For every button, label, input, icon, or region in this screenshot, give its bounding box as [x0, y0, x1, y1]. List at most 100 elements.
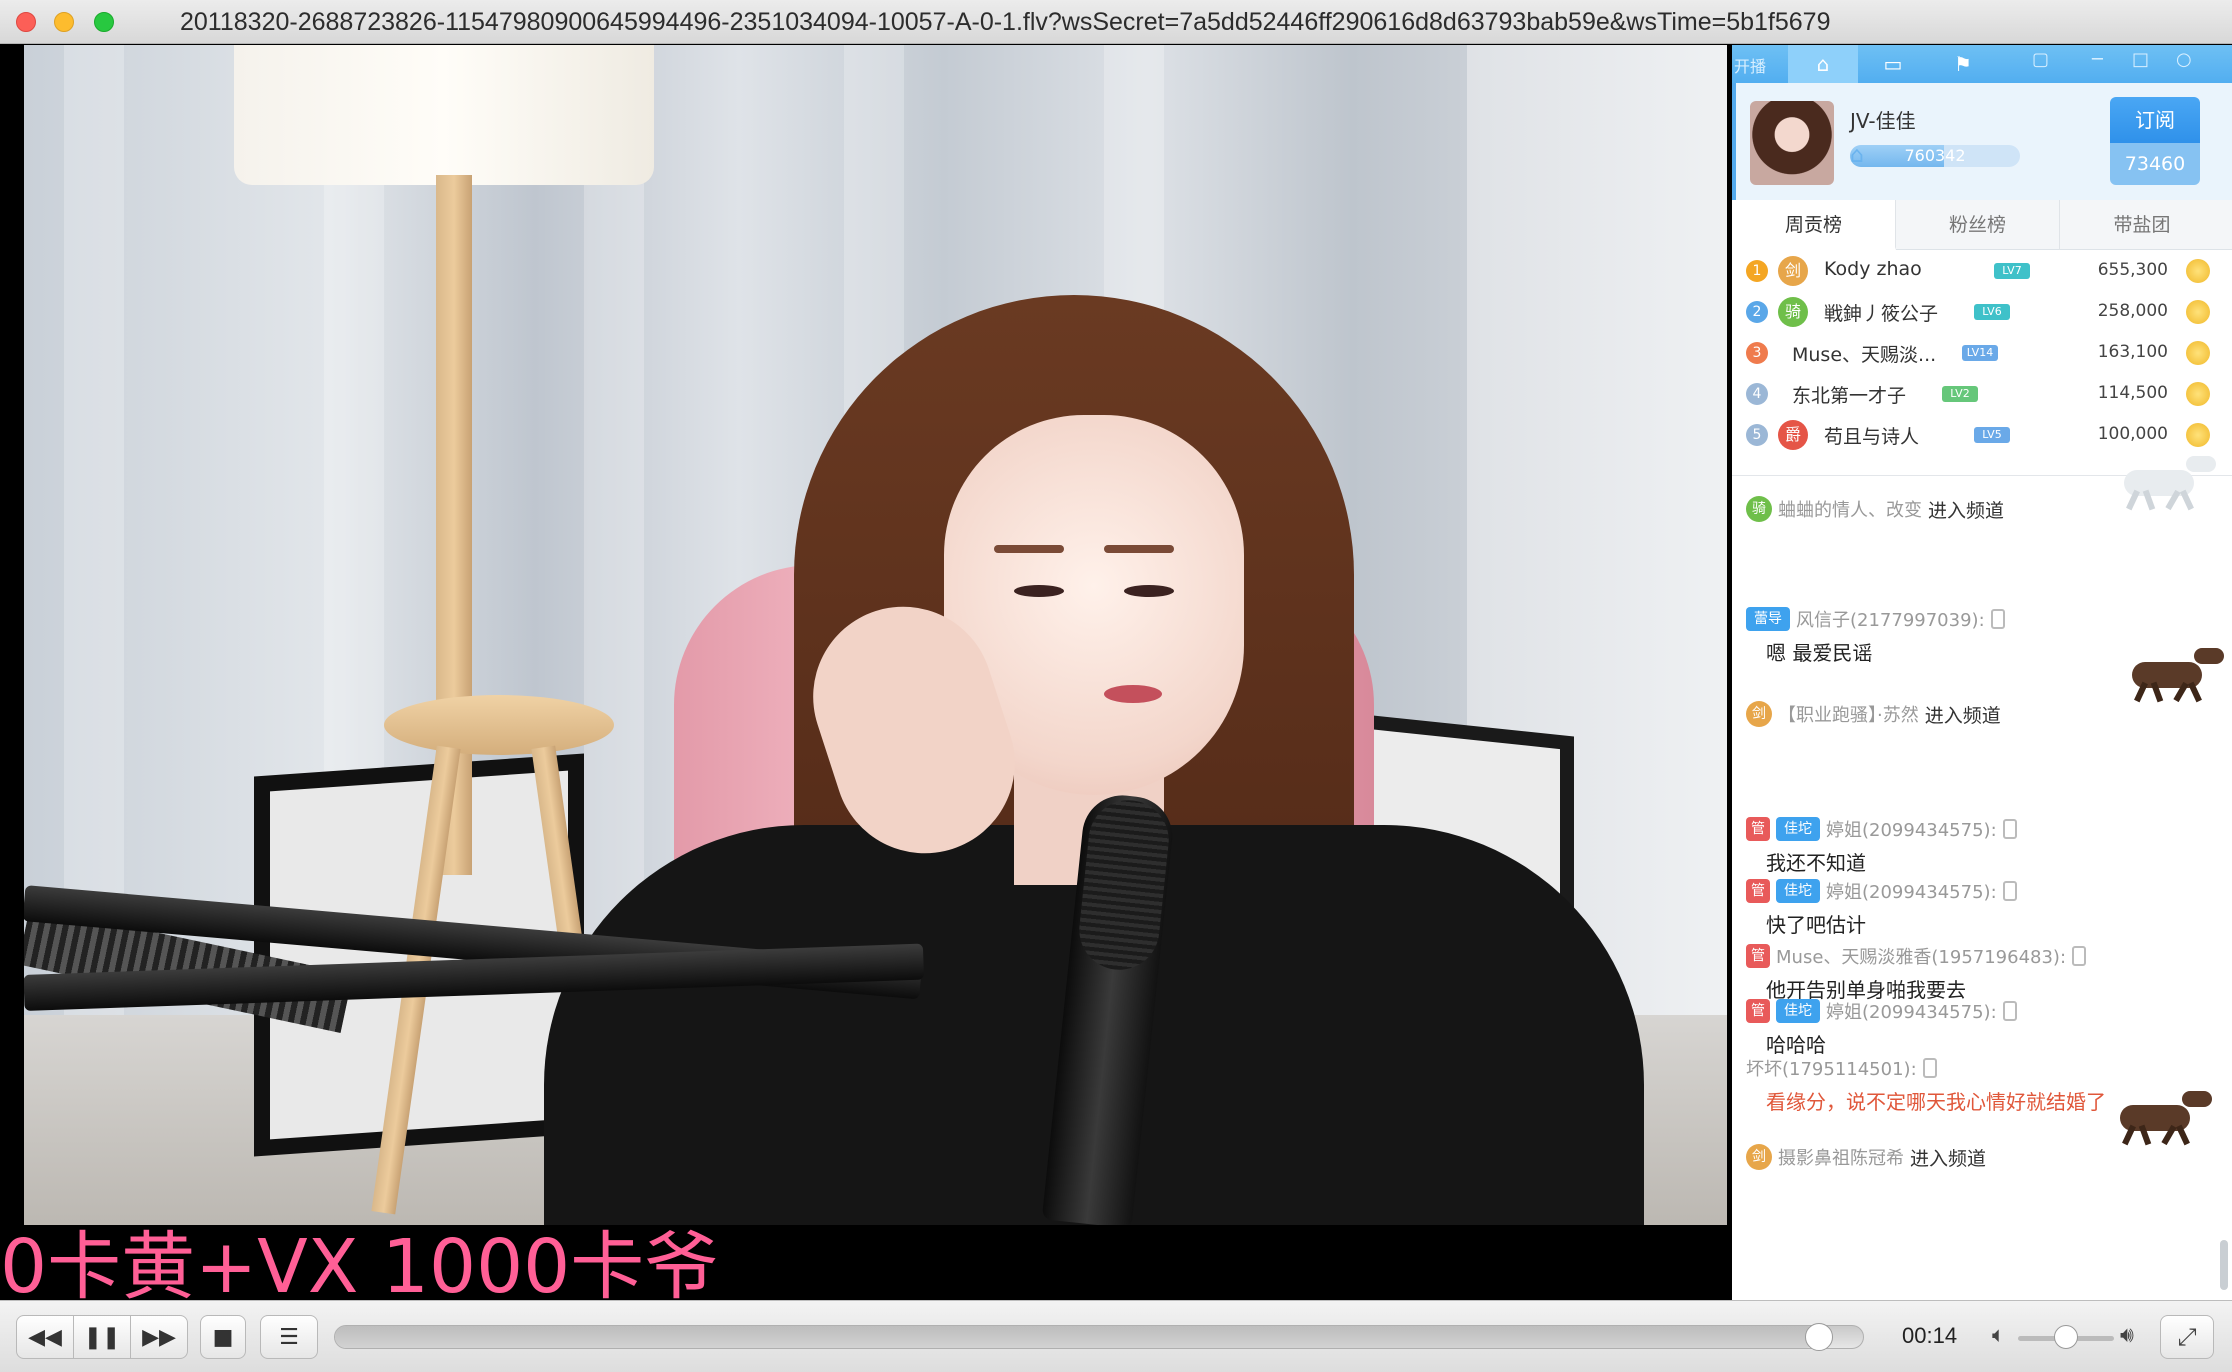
admin-badge: 管: [1746, 817, 1770, 841]
panel-maximize-icon[interactable]: □: [2132, 49, 2149, 70]
chat-user-name[interactable]: 蛐蛐的情人、改变: [1778, 496, 1922, 522]
rank-row[interactable]: 1 剑 Kody zhao LV7 655,300: [1732, 250, 2232, 291]
admin-badge: 管: [1746, 879, 1770, 903]
message-tab-icon[interactable]: ▭: [1858, 45, 1928, 83]
eyebrow: [1104, 545, 1174, 553]
chat-user-name[interactable]: 摄影鼻祖陈冠希: [1778, 1144, 1904, 1170]
fast-forward-button[interactable]: ▶▶: [130, 1315, 188, 1359]
phone-icon: [2002, 819, 2017, 839]
rank-score: 163,100: [2097, 342, 2168, 362]
level-tag: LV5: [1974, 427, 2010, 443]
noble-badge-icon: 爵: [1778, 420, 1808, 450]
tab-salt-group[interactable]: 带盐团: [2060, 200, 2224, 250]
tab-fan-ranking[interactable]: 粉丝榜: [1896, 200, 2060, 250]
level-tag: LV7: [1994, 263, 2030, 279]
enter-channel-text: 进入频道: [1928, 499, 2005, 522]
close-window-button[interactable]: [16, 12, 36, 32]
eye: [1014, 585, 1064, 597]
window-restore-icon[interactable]: ▢: [2032, 49, 2049, 70]
lips: [1104, 685, 1162, 703]
chat-meta: 管佳坨 婷姐(2099434575):: [1746, 997, 2216, 1025]
chat-meta: 坏坏(1795114501):: [1746, 1054, 2216, 1082]
coin-icon: [2186, 259, 2210, 283]
chat-user-name[interactable]: 风信子(2177997039):: [1796, 606, 1985, 632]
seek-handle[interactable]: [1805, 1323, 1834, 1351]
video-area[interactable]: 0卡黄+VX 1000卡爷: [0, 45, 1732, 1300]
chat-user-name[interactable]: 【职业跑骚】·苏然: [1778, 701, 1919, 727]
player-controls: ◀◀ ❚❚ ▶▶ ■ ☰ 00:14 🔈︎ 🔊︎ ⤢: [0, 1300, 2232, 1372]
rank-number: 2: [1746, 301, 1768, 323]
stop-button[interactable]: ■: [200, 1315, 246, 1359]
avatar[interactable]: [1750, 101, 1834, 185]
panel-close-icon[interactable]: ○: [2176, 49, 2192, 70]
admin-badge: 管: [1746, 944, 1770, 968]
level-tag: LV14: [1962, 345, 1998, 361]
chat-user-name[interactable]: 婷姐(2099434575):: [1826, 816, 1997, 842]
rank-user-name[interactable]: 苟且与诗人: [1824, 422, 1919, 449]
phone-icon: [2002, 1001, 2017, 1021]
lamp-shade: [234, 45, 654, 185]
elapsed-time: 00:14: [1902, 1323, 1958, 1348]
volume-high-icon[interactable]: 🔊︎: [2120, 1323, 2134, 1348]
chat-meta: 管佳坨 婷姐(2099434575):: [1746, 877, 2216, 905]
panel-minimize-icon[interactable]: ─: [2092, 49, 2103, 70]
bookmark-tab-icon[interactable]: ⚑: [1928, 45, 1998, 83]
seek-progress: [335, 1326, 1818, 1348]
fullscreen-button[interactable]: ⤢: [2160, 1315, 2214, 1359]
rank-score: 258,000: [2097, 301, 2168, 321]
chat-meta: 剑【职业跑骚】·苏然 进入频道: [1746, 700, 2216, 728]
enter-channel-text: 进入频道: [1924, 704, 2001, 727]
video-overlay-text: 0卡黄+VX 1000卡爷: [0, 1224, 719, 1300]
chat-message: 管 Muse、天赐淡雅香(1957196483): 他开告别单身啪我要去: [1746, 942, 2216, 1003]
subscribe-button[interactable]: 订阅 73460: [2110, 97, 2200, 185]
eye: [1124, 585, 1174, 597]
playlist-button[interactable]: ☰: [260, 1315, 318, 1359]
noble-badge-icon: 骑: [1778, 297, 1808, 327]
rank-row[interactable]: 4 东北第一才子 LV2 114,500: [1732, 373, 2232, 414]
rank-row[interactable]: 3 Muse、天赐淡... LV14 163,100: [1732, 332, 2232, 373]
noble-badge-icon: 剑: [1778, 256, 1808, 286]
pause-button[interactable]: ❚❚: [73, 1315, 131, 1359]
chat-enter-notice: 剑摄影鼻祖陈冠希 进入频道: [1746, 1091, 2216, 1171]
home-tab-icon[interactable]: ⌂: [1788, 45, 1858, 83]
chat-message: 管佳坨 婷姐(2099434575): 快了吧估计: [1746, 877, 2216, 938]
rewind-button[interactable]: ◀◀: [16, 1315, 74, 1359]
rank-row[interactable]: 5 爵苟且与诗人 LV5 100,000: [1732, 414, 2232, 455]
chat-message: 管佳坨 婷姐(2099434575): 哈哈哈: [1746, 997, 2216, 1058]
rank-user-name[interactable]: Kody zhao: [1824, 258, 1922, 280]
mount-animation-icon: [2114, 642, 2224, 703]
coin-icon: [2186, 341, 2210, 365]
tab-weekly-contribution[interactable]: 周贡榜: [1732, 200, 1896, 250]
subscribe-label: 订阅: [2110, 97, 2200, 143]
rank-row[interactable]: 2 骑戦鉮丿筱公子 LV6 258,000: [1732, 291, 2232, 332]
rank-number: 3: [1746, 342, 1768, 364]
chat-user-name[interactable]: Muse、天赐淡雅香(1957196483):: [1776, 943, 2066, 969]
rank-user-name[interactable]: 东北第一才子: [1792, 381, 1906, 408]
subscriber-count: 73460: [2110, 143, 2200, 185]
level-tag: LV2: [1942, 386, 1978, 402]
chat-user-name[interactable]: 婷姐(2099434575):: [1826, 878, 1997, 904]
chat-scrollbar[interactable]: [2220, 1240, 2228, 1290]
fan-badge: 佳坨: [1776, 817, 1820, 841]
seek-bar[interactable]: [334, 1323, 1864, 1351]
chat-user-name[interactable]: 婷姐(2099434575):: [1826, 998, 1997, 1024]
volume-low-icon[interactable]: 🔈︎: [1992, 1323, 2005, 1348]
enter-channel-text: 进入频道: [1910, 1147, 1987, 1170]
rank-user-name[interactable]: 戦鉮丿筱公子: [1824, 299, 1938, 326]
stool-seat: [384, 695, 614, 755]
zoom-window-button[interactable]: [94, 12, 114, 32]
rank-score: 100,000: [2097, 424, 2168, 444]
title-bar: 20118320-2688723826-11547980900645994496…: [0, 0, 2232, 44]
chat-user-name[interactable]: 坏坏(1795114501):: [1746, 1055, 1917, 1081]
house-icon: ⌂: [1850, 143, 1864, 168]
fan-badge: 佳坨: [1776, 999, 1820, 1023]
chat-meta: 蕾导 风信子(2177997039):: [1746, 605, 2216, 633]
rank-user-name[interactable]: Muse、天赐淡...: [1792, 340, 1936, 367]
volume-handle[interactable]: [2054, 1325, 2078, 1349]
video-frame: [24, 45, 1727, 1225]
phone-icon: [2002, 881, 2017, 901]
rank-tabs: 周贡榜 粉丝榜 带盐团: [1732, 200, 2232, 250]
noble-badge-icon: 剑: [1746, 1144, 1772, 1170]
chat-message-text: 快了吧估计: [1766, 913, 1866, 937]
minimize-window-button[interactable]: [54, 12, 74, 32]
